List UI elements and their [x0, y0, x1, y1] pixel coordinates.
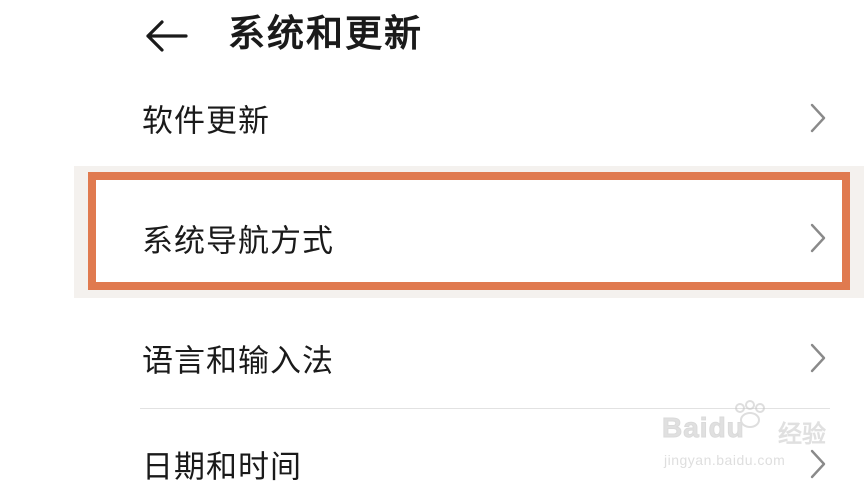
- watermark-url: jingyan.baidu.com: [664, 452, 786, 468]
- chevron-right-icon: [810, 103, 826, 133]
- paw-icon: [735, 400, 765, 428]
- chevron-right-icon: [810, 343, 826, 373]
- chevron-right-icon: [810, 223, 826, 253]
- baidu-jingyan-watermark: Baidu 经验 jingyan.baidu.com: [662, 400, 832, 480]
- settings-item-language-input[interactable]: 语言和输入法: [140, 318, 830, 398]
- settings-item-label: 日期和时间: [142, 449, 302, 486]
- settings-item-label: 系统导航方式: [142, 223, 334, 260]
- watermark-product: 经验: [778, 420, 826, 448]
- settings-item-label: 软件更新: [142, 103, 270, 140]
- settings-item-system-navigation[interactable]: 系统导航方式: [140, 198, 830, 278]
- settings-item-software-update[interactable]: 软件更新: [140, 78, 830, 158]
- settings-item-label: 语言和输入法: [142, 343, 334, 380]
